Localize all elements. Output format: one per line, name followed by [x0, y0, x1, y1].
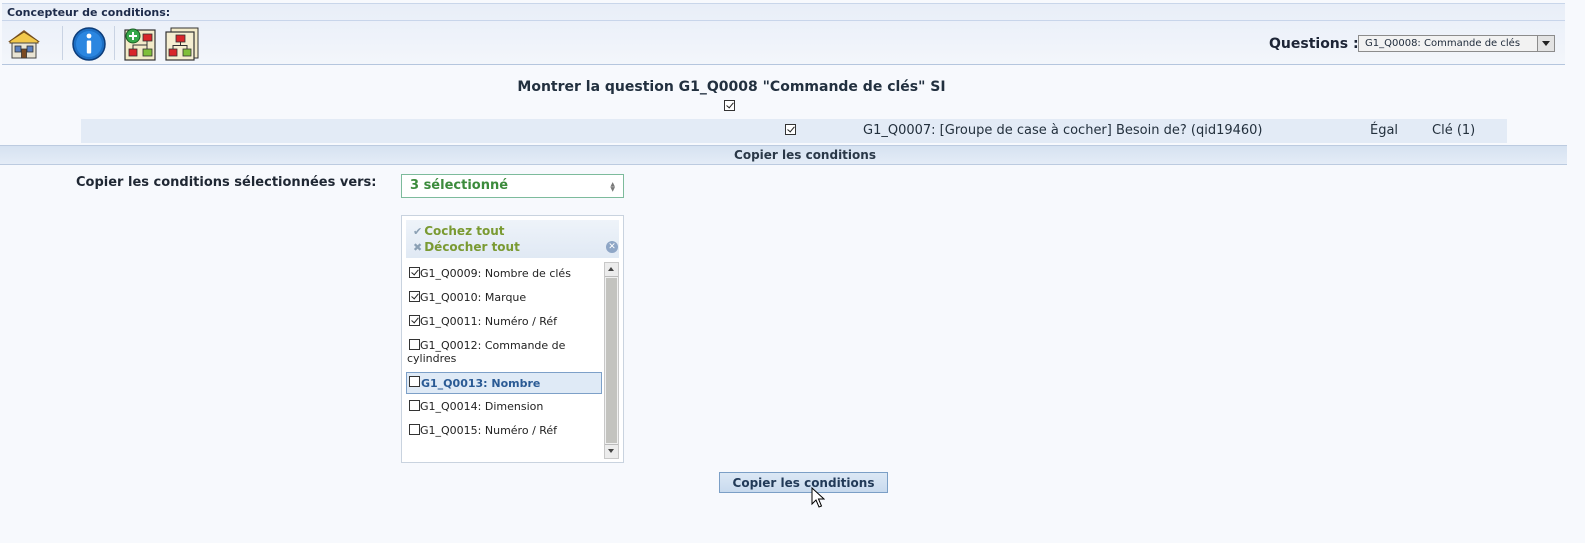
option-label: G1_Q0010: Marque [420, 291, 527, 304]
header-toolbar: Concepteur de conditions: Questions: G1… [2, 3, 1565, 65]
scroll-down-icon[interactable] [605, 444, 618, 458]
option-checkbox[interactable] [409, 376, 420, 387]
option-checkbox[interactable] [409, 339, 420, 350]
option-label: G1_Q0013: Nombre [421, 377, 541, 390]
options-scrollbar[interactable] [604, 262, 619, 459]
scroll-thumb[interactable] [606, 278, 617, 443]
condition-value: Clé (1) [1432, 123, 1476, 138]
copy-target-label: Copier les conditions sélectionnées vers… [76, 175, 377, 190]
questions-select[interactable]: G1_Q0008: Commande de clés [1358, 35, 1555, 52]
condition-operator: Égal [1370, 123, 1399, 138]
condition-row: G1_Q0007: [Groupe de case à cocher] Beso… [81, 119, 1507, 143]
option-checkbox[interactable] [409, 291, 420, 302]
page-title: Concepteur de conditions: [7, 6, 171, 19]
option-label: G1_Q0009: Nombre de clés [420, 267, 571, 280]
copy-target-multiselect[interactable]: 3 sélectionné ▲ ▼ [401, 174, 624, 198]
condition-heading: Montrer la question G1_Q0008 "Commande d… [517, 79, 946, 95]
option-label: G1_Q0011: Numéro / Réf [420, 315, 558, 328]
option-checkbox[interactable] [409, 424, 420, 435]
up-down-arrow-icon: ▲ ▼ [610, 181, 615, 193]
home-icon [8, 30, 40, 59]
copy-conditions-icon [165, 27, 199, 61]
check-all-link[interactable]: ✔ Cochez tout [413, 224, 505, 238]
option-label: G1_Q0012: Commande de [420, 339, 566, 352]
info-button[interactable] [71, 26, 107, 62]
copy-conditions-button-submit[interactable]: Copier les conditions [719, 472, 888, 493]
uncheck-all-label: Décocher tout [424, 240, 520, 254]
option-label: G1_Q0015: Numéro / Réf [420, 424, 558, 437]
check-all-label: Cochez tout [424, 224, 505, 238]
multiselect-dropdown-header: ✔ Cochez tout ✖ Décocher tout ✕ [406, 220, 619, 258]
option-item-highlighted[interactable]: G1_Q0013: Nombre [406, 372, 602, 394]
uncheck-all-link[interactable]: ✖ Décocher tout [413, 240, 520, 254]
select-all-conditions-checkbox[interactable] [724, 100, 735, 111]
condition-row-checkbox[interactable] [785, 124, 796, 135]
cross-icon: ✖ [413, 241, 423, 254]
toolbar-separator [62, 26, 63, 60]
option-label: G1_Q0014: Dimension [420, 400, 544, 413]
chevron-down-icon[interactable] [1537, 36, 1554, 51]
mouse-cursor-icon [811, 487, 825, 508]
questions-label: Questions : [1269, 36, 1359, 52]
close-icon[interactable]: ✕ [606, 241, 618, 253]
multiselect-dropdown: ✔ Cochez tout ✖ Décocher tout ✕ G1_Q0009: … [401, 215, 624, 463]
copy-conditions-button[interactable] [164, 26, 200, 62]
copy-section-title: Copier les conditions [734, 148, 876, 162]
condition-question: G1_Q0007: [Groupe de case à cocher] Beso… [863, 123, 1263, 138]
multiselect-summary: 3 sélectionné [410, 178, 509, 193]
check-icon: ✔ [413, 225, 423, 238]
option-label-continued: cylindres [407, 352, 457, 365]
add-condition-icon [124, 28, 156, 61]
copy-section-header: Copier les conditions [0, 145, 1567, 165]
option-checkbox[interactable] [409, 400, 420, 411]
option-item[interactable]: G1_Q0012: Commande de cylindres [406, 339, 602, 367]
title-divider [2, 20, 1565, 21]
questions-select-value: G1_Q0008: Commande de clés [1365, 38, 1521, 49]
scroll-up-icon[interactable] [605, 263, 618, 277]
option-checkbox[interactable] [409, 267, 420, 278]
home-button[interactable] [6, 26, 42, 62]
add-condition-button[interactable] [123, 26, 159, 62]
info-icon [72, 27, 106, 61]
toolbar-separator [114, 26, 115, 60]
option-checkbox[interactable] [409, 315, 420, 326]
